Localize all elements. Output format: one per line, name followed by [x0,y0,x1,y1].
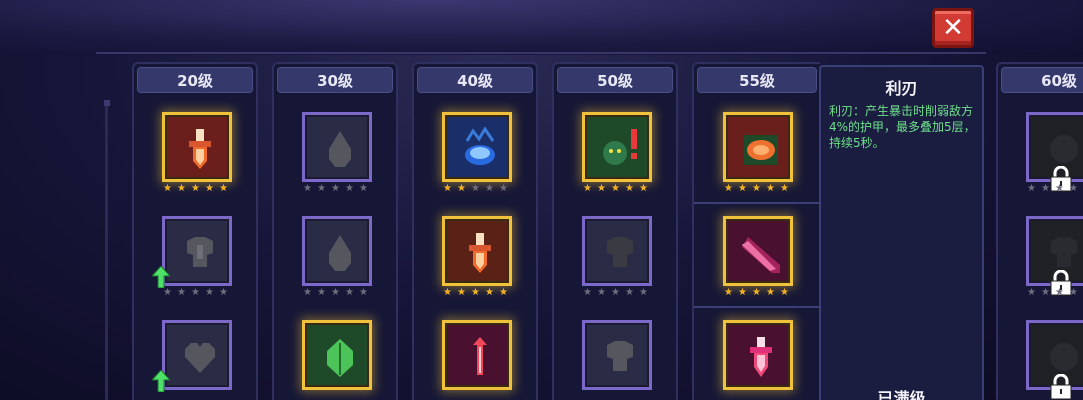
top-banner [0,0,1083,55]
slot-frame [162,112,232,182]
sword-gem-icon [189,129,211,169]
skill-slot[interactable]: ★ ★ ★ ★ ★ [582,112,652,194]
level-column-50: 50级 ★ ★ ★ ★ ★ ★ ★ ★ ★ ★ [552,62,678,400]
level-column-20: 20级 ★ ★ ★ ★ ★ ★ ★ ★ ★ ★ [132,62,258,400]
heart-icon [185,343,215,373]
slot-frame [162,216,232,286]
level-header: 20级 [137,67,253,93]
blade-slash-icon [742,237,780,273]
skill-slot-locked[interactable]: ★★★★★ [1026,112,1083,194]
armor-icon [607,341,633,371]
skill-slot[interactable] [442,320,512,390]
slot-frame [302,112,372,182]
pink-crystal-icon [750,337,772,377]
level-header: 60级 [1001,67,1083,93]
slot-frame [582,112,652,182]
skill-slot[interactable] [302,320,372,390]
slot-frame [302,320,372,390]
level-header: 55级 [697,67,817,93]
level-column-55: 55级 ★ ★ ★ ★ ★ ★ ★ ★ ★ ★ [692,62,820,400]
scroll-dot [104,100,110,106]
close-button[interactable]: ✕ [932,8,974,48]
star-rating: ★★★★★ [443,183,508,194]
skill-slot-selected[interactable]: ★ ★ ★ ★ ★ [723,112,793,194]
skill-slot[interactable]: ★ ★ ★ ★ ★ [582,216,652,298]
level-header: 30级 [277,67,393,93]
slot-frame [442,112,512,182]
level-header: 40级 [417,67,533,93]
skill-slot-locked[interactable]: ★★★★★ [1026,216,1083,298]
skill-slot[interactable]: ★ ★ ★ ★ ★ [162,112,232,194]
slot-frame [442,320,512,390]
star-rating: ★★★★★ [163,183,228,194]
skill-slot[interactable]: ★ ★ ★ ★ ★ [152,216,232,298]
skill-tooltip: 利刃 利刃：产生暴击时削弱敌方4%的护甲，最多叠加5层，持续5秒。 已满级 [819,65,984,400]
skill-slot[interactable]: ★ ★ ★ ★ ★ [302,112,372,194]
row-divider [694,202,820,204]
armor-icon [187,237,213,267]
skill-slot-locked[interactable] [1026,320,1083,400]
slot-frame [582,320,652,390]
upgrade-arrow-icon [152,266,170,288]
armor-icon [607,237,633,267]
skill-name: 利刃 [885,79,918,98]
skill-slot[interactable] [152,320,232,392]
star-rating: ★★★★★ [1027,287,1078,298]
star-rating: ★★★★★ [724,183,789,194]
drop-icon [329,131,351,167]
skill-slot[interactable]: ★ ★ ★ ★ ★ [302,216,372,298]
skill-slot[interactable] [582,320,652,390]
slot-frame [723,320,793,390]
level-column-30: 30级 ★ ★ ★ ★ ★ ★ ★ ★ ★ ★ [272,62,398,400]
skill-slot[interactable] [723,320,793,390]
blue-slime-icon [465,127,495,165]
scroll-track [105,100,108,400]
star-rating: ★★★★★ [583,183,648,194]
level-column-40: 40级 ★ ★ ★ ★ ★ ★ ★ ★ ★ ★ [412,62,538,400]
star-rating: ★★★★★ [303,287,368,298]
sword-gem-icon [469,233,491,273]
star-rating: ★★★★★ [1027,183,1078,194]
slot-frame [723,216,793,286]
slot-frame [582,216,652,286]
goblin-exclaim-icon [603,129,637,165]
level-header: 50级 [557,67,673,93]
slot-frame [442,216,512,286]
leaf-icon [327,339,353,377]
level-column-60: 60级 ★★★★★ ★★★★★ [996,62,1083,400]
skill-description: 利刃：产生暴击时削弱敌方4%的护甲，最多叠加5层，持续5秒。 [829,104,976,150]
lock-icon [1050,374,1072,400]
star-rating: ★★★★★ [724,287,789,298]
red-crystal-icon [473,337,487,375]
slot-frame [302,216,372,286]
skill-slot[interactable]: ★ ★ ★ ★ ★ [723,216,793,298]
star-rating: ★★★★★ [303,183,368,194]
header-divider [96,52,986,54]
star-rating: ★★★★★ [163,287,228,298]
eye-gem-icon [744,135,778,165]
drop-icon [329,235,351,271]
upgrade-arrow-icon [152,370,170,392]
skill-slot[interactable]: ★ ★ ★ ★ ★ [442,112,512,194]
max-level-label: 已满级 [877,389,926,400]
slot-frame [723,112,793,182]
row-divider [694,306,820,308]
slot-frame [162,320,232,390]
skill-slot[interactable]: ★ ★ ★ ★ ★ [442,216,512,298]
star-rating: ★★★★★ [583,287,648,298]
star-rating: ★★★★★ [443,287,508,298]
